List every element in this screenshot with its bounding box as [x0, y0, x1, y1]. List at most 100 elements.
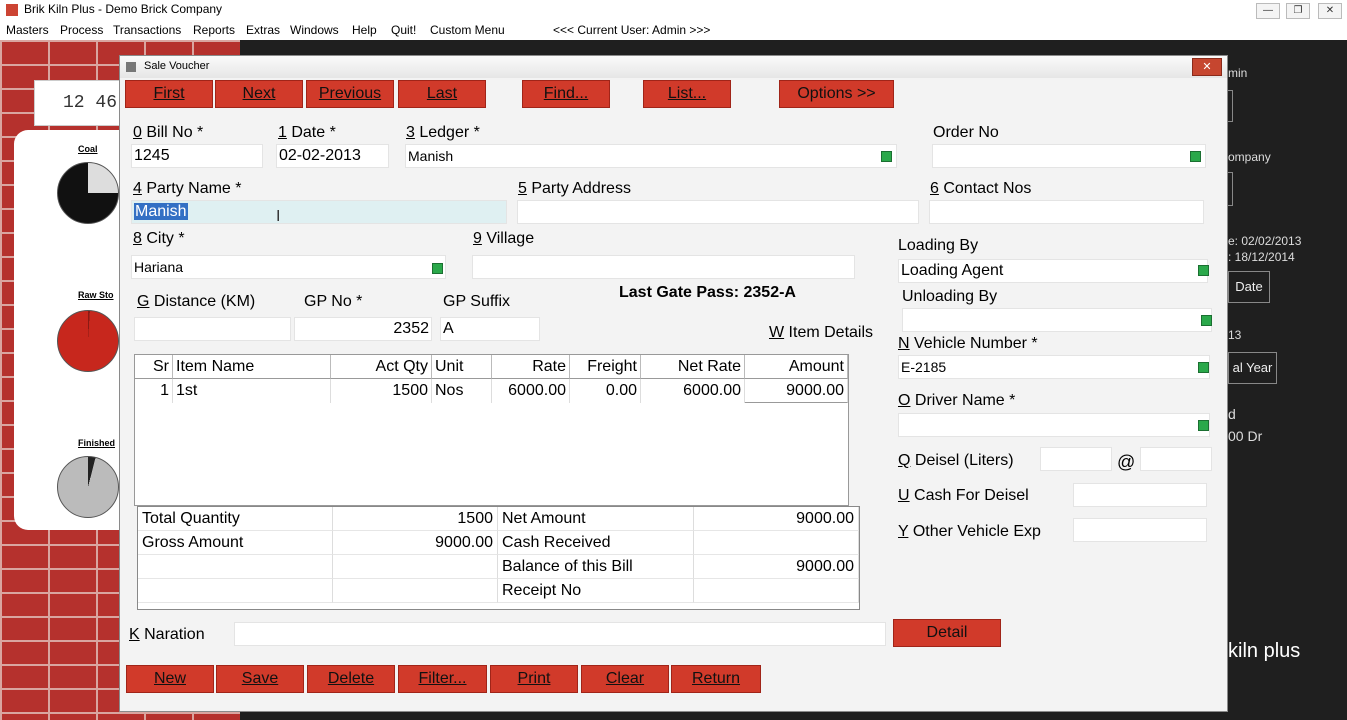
- ledger-label: 3 Ledger *: [406, 124, 480, 141]
- next-button[interactable]: Next: [215, 80, 303, 108]
- bill-no-input[interactable]: 1245: [131, 144, 263, 168]
- print-button[interactable]: Print: [490, 665, 578, 693]
- bg-text-dr: 00 Dr: [1228, 428, 1263, 444]
- order-no-lookup-icon[interactable]: [1190, 151, 1201, 162]
- deisel-rate-input[interactable]: [1140, 447, 1212, 471]
- gauge-label-raw-stock: Raw Sto: [78, 290, 114, 300]
- city-input[interactable]: Hariana: [131, 255, 446, 279]
- dialog-close-button[interactable]: ✕: [1192, 58, 1222, 76]
- grid-header-rate: Rate: [492, 355, 570, 379]
- driver-name-lookup-icon[interactable]: [1198, 420, 1209, 431]
- table-cell-item-name[interactable]: 1st: [173, 379, 331, 403]
- driver-name-input[interactable]: [898, 413, 1210, 437]
- date-input[interactable]: 02-02-2013: [276, 144, 389, 168]
- menu-extras[interactable]: Extras: [246, 23, 280, 37]
- contact-nos-label: 6 Contact Nos: [930, 180, 1032, 197]
- order-no-input[interactable]: [932, 144, 1206, 168]
- party-address-input[interactable]: [517, 200, 919, 224]
- current-user: <<< Current User: Admin >>>: [553, 23, 711, 37]
- vehicle-number-label: N Vehicle Number *: [898, 335, 1038, 352]
- other-vehicle-exp-input[interactable]: [1073, 518, 1207, 542]
- first-button[interactable]: First: [125, 80, 213, 108]
- clear-button[interactable]: Clear: [581, 665, 669, 693]
- last-button[interactable]: Last: [398, 80, 486, 108]
- menu-reports[interactable]: Reports: [193, 23, 235, 37]
- vehicle-number-input[interactable]: E-2185: [898, 355, 1210, 379]
- table-cell-rate[interactable]: 6000.00: [492, 379, 570, 403]
- gross-amount-value: 9000.00: [333, 531, 498, 555]
- other-vehicle-exp-label: Y Other Vehicle Exp: [898, 523, 1041, 540]
- app-title: Brik Kiln Plus - Demo Brick Company: [24, 2, 223, 16]
- cash-for-deisel-input[interactable]: [1073, 483, 1207, 507]
- gp-suffix-label: GP Suffix: [443, 293, 510, 310]
- bg-financial-year-button: al Year: [1228, 352, 1277, 384]
- table-cell-sr[interactable]: 1: [135, 379, 173, 403]
- bg-text-company: ompany: [1228, 150, 1271, 164]
- menu-custom[interactable]: Custom Menu: [430, 23, 505, 37]
- bg-text-admin: min: [1228, 66, 1248, 80]
- dialog-title: Sale Voucher: [144, 60, 210, 72]
- menu-quit[interactable]: Quit!: [391, 23, 416, 37]
- naration-label: K Naration: [129, 626, 205, 643]
- save-button[interactable]: Save: [216, 665, 304, 693]
- date-label: 1 Date *: [278, 124, 336, 141]
- gross-amount-label: Gross Amount: [138, 531, 333, 555]
- gauge-label-coal: Coal: [78, 144, 98, 154]
- distance-input[interactable]: [134, 317, 291, 341]
- unloading-by-lookup-icon[interactable]: [1201, 315, 1212, 326]
- gauge-label-finished: Finished: [78, 438, 116, 448]
- receipt-no-value: [694, 579, 859, 603]
- gp-no-input[interactable]: 2352: [294, 317, 432, 341]
- empty-cell: [138, 579, 333, 603]
- table-cell-amount[interactable]: 9000.00: [745, 379, 848, 403]
- at-symbol: @: [1117, 452, 1136, 472]
- loading-by-lookup-icon[interactable]: [1198, 265, 1209, 276]
- item-grid[interactable]: Sr Item Name Act Qty Unit Rate Freight N…: [134, 354, 849, 506]
- filter-button[interactable]: Filter...: [398, 665, 487, 693]
- table-cell-act-qty[interactable]: 1500: [331, 379, 432, 403]
- village-label: 9 Village: [473, 230, 535, 247]
- contact-nos-input[interactable]: [929, 200, 1204, 224]
- previous-button[interactable]: Previous: [306, 80, 394, 108]
- ledger-lookup-icon[interactable]: [881, 151, 892, 162]
- table-cell-net-rate[interactable]: 6000.00: [641, 379, 745, 403]
- empty-cell: [333, 579, 498, 603]
- menu-masters[interactable]: Masters: [6, 23, 49, 37]
- delete-button[interactable]: Delete: [307, 665, 395, 693]
- deisel-liters-input[interactable]: [1040, 447, 1112, 471]
- item-details-link[interactable]: W Item Details: [769, 324, 873, 342]
- menu-transactions[interactable]: Transactions: [113, 23, 181, 37]
- close-app-button[interactable]: ✕: [1318, 3, 1342, 19]
- grid-header-amount: Amount: [745, 355, 848, 379]
- menu-help[interactable]: Help: [352, 23, 377, 37]
- gp-suffix-input[interactable]: A: [440, 317, 540, 341]
- list-button[interactable]: List...: [643, 80, 731, 108]
- bg-box: [1228, 90, 1233, 122]
- bg-text-13: 13: [1228, 328, 1242, 342]
- table-cell-unit[interactable]: Nos: [432, 379, 492, 403]
- unloading-by-input[interactable]: [902, 308, 1212, 332]
- city-lookup-icon[interactable]: [432, 263, 443, 274]
- naration-input[interactable]: [234, 622, 886, 646]
- party-name-input[interactable]: Manish: [131, 200, 507, 224]
- maximize-button[interactable]: ❐: [1286, 3, 1310, 19]
- find-button[interactable]: Find...: [522, 80, 610, 108]
- total-quantity-value: 1500: [333, 507, 498, 531]
- menu-windows[interactable]: Windows: [290, 23, 339, 37]
- minimize-button[interactable]: —: [1256, 3, 1280, 19]
- loading-by-input[interactable]: Loading Agent: [898, 259, 1208, 283]
- vehicle-number-lookup-icon[interactable]: [1198, 362, 1209, 373]
- detail-button[interactable]: Detail: [893, 619, 1001, 647]
- cash-for-deisel-label: U Cash For Deisel: [898, 487, 1029, 504]
- city-label: 8 City *: [133, 230, 185, 247]
- return-button[interactable]: Return: [671, 665, 761, 693]
- bill-no-label: 0 Bill No *: [133, 124, 204, 141]
- options-button[interactable]: Options >>: [779, 80, 894, 108]
- table-cell-freight[interactable]: 0.00: [570, 379, 641, 403]
- menu-process[interactable]: Process: [60, 23, 103, 37]
- ledger-input[interactable]: Manish: [405, 144, 897, 168]
- new-button[interactable]: New: [126, 665, 214, 693]
- village-input[interactable]: [472, 255, 855, 279]
- bg-date-button: Date: [1228, 271, 1270, 303]
- party-address-label: 5 Party Address: [518, 180, 631, 197]
